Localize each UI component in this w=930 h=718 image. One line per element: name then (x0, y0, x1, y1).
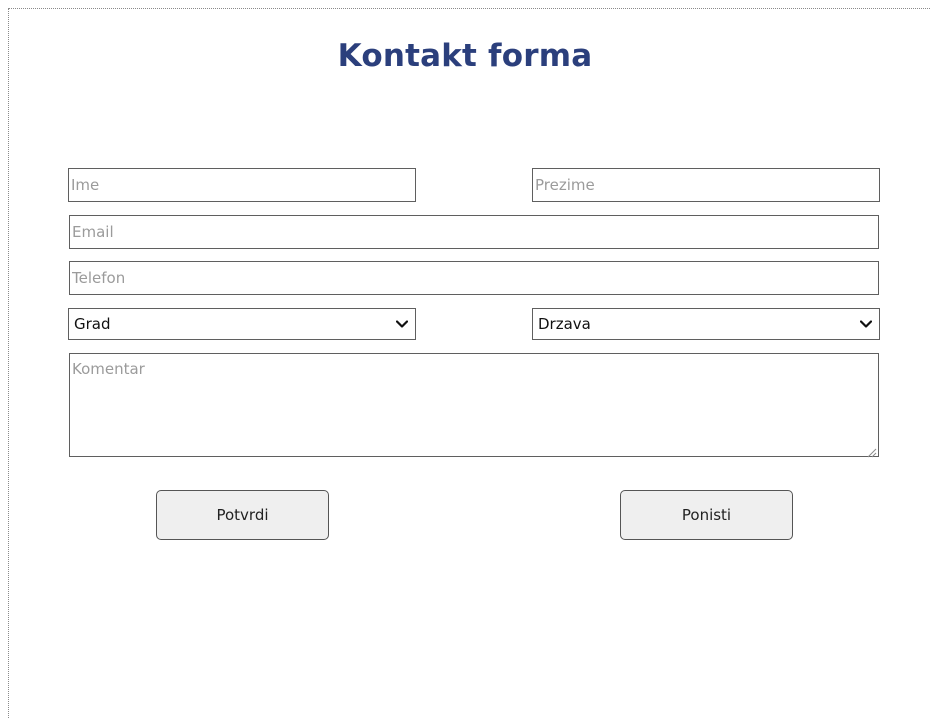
phone-input[interactable] (69, 261, 879, 295)
city-select-value: Grad (74, 315, 111, 333)
chevron-down-icon (858, 316, 874, 332)
country-select-value: Drzava (538, 315, 591, 333)
last-name-input[interactable] (532, 168, 880, 202)
resize-handle-icon[interactable] (865, 443, 877, 458)
country-select[interactable]: Drzava (532, 308, 880, 340)
email-input[interactable] (69, 215, 879, 249)
reset-button[interactable]: Ponisti (620, 490, 793, 540)
city-select[interactable]: Grad (68, 308, 416, 340)
comment-textarea[interactable] (69, 353, 879, 457)
page-title: Kontakt forma (337, 38, 593, 74)
chevron-down-icon (394, 316, 410, 332)
submit-button[interactable]: Potvrdi (156, 490, 329, 540)
first-name-input[interactable] (68, 168, 416, 202)
